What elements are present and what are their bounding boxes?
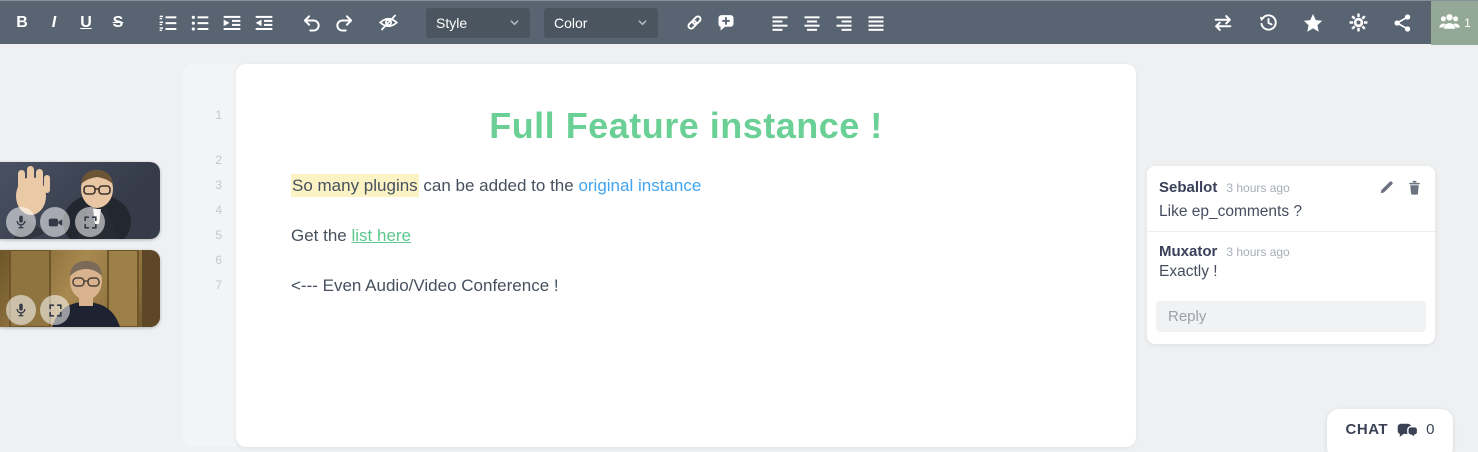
users-icon (1438, 10, 1461, 36)
line-number: 1 (182, 103, 222, 148)
color-dropdown-label: Color (554, 15, 627, 31)
fullscreen-icon[interactable] (40, 295, 70, 325)
insert-group (680, 8, 740, 38)
microphone-icon[interactable] (6, 295, 36, 325)
star-icon[interactable] (1299, 8, 1327, 38)
redo-icon[interactable] (330, 8, 358, 38)
strikethrough-button[interactable]: S (104, 8, 132, 38)
microphone-icon[interactable] (6, 207, 36, 237)
comment-author: Muxator (1159, 243, 1217, 260)
line-number: 7 (182, 273, 222, 298)
line-number: 2 (182, 148, 222, 173)
link-icon[interactable] (680, 8, 708, 38)
style-dropdown-label: Style (436, 15, 499, 31)
line-number: 4 (182, 198, 222, 223)
editor-toolbar: B I U S Style Color (0, 0, 1478, 44)
chat-button[interactable]: CHAT 0 (1327, 409, 1453, 452)
settings-gear-icon[interactable] (1344, 8, 1372, 38)
online-user-count: 1 (1464, 16, 1471, 30)
empty-line (236, 198, 1136, 223)
underline-button[interactable]: U (72, 8, 100, 38)
line-5-text: Get the (291, 226, 351, 245)
comment-item: Seballot 3 hours ago Like ep_comments ? (1147, 166, 1435, 231)
comment-timestamp: 3 hours ago (1226, 181, 1378, 195)
share-icon[interactable] (1389, 8, 1417, 38)
line-numbers: 1 2 3 4 5 6 7 (182, 103, 222, 298)
webcam-feed-1[interactable] (0, 162, 160, 239)
comment-text: Like ep_comments ? (1159, 203, 1423, 221)
outdent-icon[interactable] (250, 8, 278, 38)
original-instance-link[interactable]: original instance (578, 176, 701, 195)
swap-pads-icon[interactable] (1209, 8, 1237, 38)
clear-authorship-eye-off-icon[interactable] (374, 8, 402, 38)
chevron-down-icon (637, 17, 648, 28)
align-left-icon[interactable] (766, 8, 794, 38)
edit-pencil-icon[interactable] (1378, 179, 1395, 196)
highlighted-text: So many plugins (291, 174, 419, 197)
add-comment-icon[interactable] (712, 8, 740, 38)
comment-timestamp: 3 hours ago (1226, 245, 1423, 259)
bold-button[interactable]: B (8, 8, 36, 38)
empty-line (236, 148, 1136, 173)
webcam-feed-2[interactable] (0, 250, 160, 327)
undo-icon[interactable] (298, 8, 326, 38)
indent-icon[interactable] (218, 8, 246, 38)
align-justify-icon[interactable] (862, 8, 890, 38)
chat-bubbles-icon (1396, 421, 1418, 443)
undo-redo-group (298, 8, 358, 38)
comment-item: Muxator 3 hours ago Exactly ! (1147, 231, 1435, 291)
comment-reply-input[interactable] (1156, 301, 1426, 332)
list-here-link[interactable]: list here (351, 226, 411, 245)
document-line-7: <--- Even Audio/Video Conference ! (236, 273, 1136, 298)
chevron-down-icon (509, 17, 520, 28)
unordered-list-icon[interactable] (186, 8, 214, 38)
align-center-icon[interactable] (798, 8, 826, 38)
align-group (766, 8, 890, 38)
empty-line (236, 248, 1136, 273)
document-page[interactable]: Full Feature instance ! So many plugins … (236, 64, 1136, 447)
users-button[interactable]: 1 (1431, 1, 1478, 45)
fullscreen-icon[interactable] (75, 207, 105, 237)
document-line-5: Get the list here (236, 223, 1136, 248)
comment-text: Exactly ! (1159, 263, 1423, 281)
style-dropdown[interactable]: Style (426, 8, 530, 38)
line-number: 5 (182, 223, 222, 248)
chat-message-count: 0 (1426, 421, 1434, 438)
color-dropdown[interactable]: Color (544, 8, 658, 38)
history-icon[interactable] (1254, 8, 1282, 38)
comment-author: Seballot (1159, 179, 1217, 196)
ordered-list-icon[interactable] (154, 8, 182, 38)
delete-trash-icon[interactable] (1406, 179, 1423, 196)
line-3-text: can be added to the (419, 176, 579, 195)
camera-icon[interactable] (40, 207, 70, 237)
document-line-3: So many plugins can be added to the orig… (236, 173, 1136, 198)
italic-button[interactable]: I (40, 8, 68, 38)
text-format-group: B I U S (8, 8, 132, 38)
document-title: Full Feature instance ! (236, 103, 1136, 148)
chat-label: CHAT (1346, 421, 1389, 438)
list-indent-group (154, 8, 278, 38)
comments-panel: Seballot 3 hours ago Like ep_comments ? … (1147, 166, 1435, 344)
line-number: 6 (182, 248, 222, 273)
line-number: 3 (182, 173, 222, 198)
align-right-icon[interactable] (830, 8, 858, 38)
toolbar-right-group (1209, 8, 1417, 38)
